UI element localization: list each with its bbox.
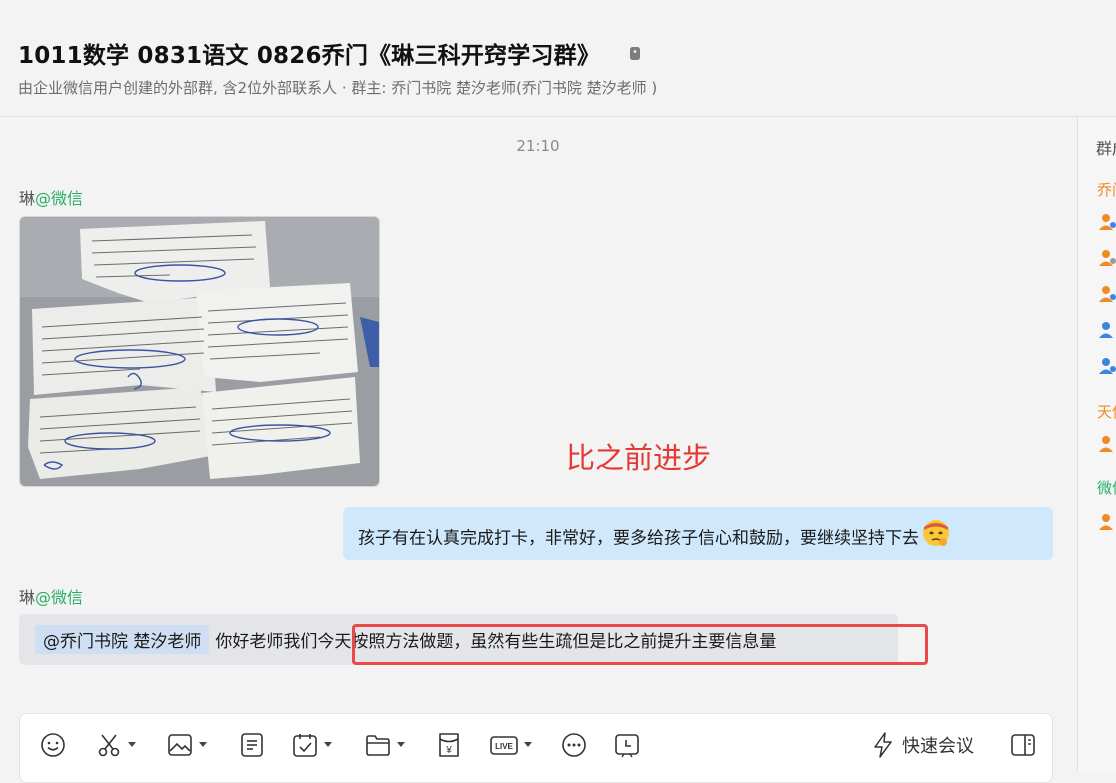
calendar-button[interactable]	[292, 730, 332, 760]
sender-name: 琳	[19, 588, 36, 607]
homework-photo	[20, 217, 379, 486]
member-group-label: 微信	[1097, 479, 1116, 497]
member-avatar-icon[interactable]	[1098, 321, 1116, 339]
document-button[interactable]	[239, 730, 265, 760]
chevron-down-icon	[199, 742, 207, 747]
timestamp: 21:10	[516, 137, 560, 155]
calendar-icon	[293, 734, 317, 757]
schedule-icon	[615, 734, 639, 758]
svg-text:¥: ¥	[445, 745, 452, 756]
message-sender[interactable]: 琳@微信	[19, 584, 83, 608]
member-panel-title: 群成员	[1096, 139, 1116, 158]
image-button[interactable]	[167, 730, 207, 760]
highlight-box	[352, 624, 928, 665]
folder-button[interactable]	[365, 730, 405, 760]
chevron-down-icon	[128, 742, 136, 747]
group-title[interactable]: 1011数学 0831语文 0826乔门《琳三科开窍学习群》	[18, 36, 600, 70]
mention-tag[interactable]: @乔门书院 楚汐老师	[35, 625, 210, 654]
member-avatar-icon[interactable]	[1098, 357, 1116, 375]
member-panel[interactable]: 群成员 乔门书院 天使 微信	[1077, 117, 1116, 772]
member-group-label: 天使	[1097, 403, 1116, 421]
redpacket-button[interactable]: ¥	[436, 730, 462, 760]
group-subtitle: 由企业微信用户创建的外部群, 含2位外部联系人 · 群主: 乔门书院 楚汐老师(…	[18, 79, 658, 97]
screenshot-button[interactable]	[96, 730, 136, 760]
folder-icon	[366, 735, 390, 756]
document-icon	[241, 733, 263, 757]
quick-meeting-label: 快速会议	[902, 736, 974, 757]
member-avatar-icon[interactable]	[1098, 249, 1116, 267]
redpacket-icon: ¥	[439, 733, 459, 757]
lightning-icon	[874, 732, 892, 758]
svg-text:LIVE: LIVE	[495, 742, 513, 751]
panel-toggle-button[interactable]	[1010, 730, 1036, 760]
emoji-button[interactable]	[40, 730, 66, 760]
sender-source: @微信	[35, 588, 84, 607]
member-avatar-icon[interactable]	[1098, 513, 1116, 531]
more-icon	[562, 733, 586, 757]
lock-icon	[630, 47, 640, 60]
red-annotation: 比之前进步	[566, 441, 712, 475]
emoji-icon	[41, 733, 65, 757]
more-button[interactable]	[561, 730, 587, 760]
message-list[interactable]: 21:10 琳@微信 比之前进步 孩子有在认真完成打卡，非常好，要多给孩子信心和…	[0, 117, 1076, 783]
sender-name: 琳	[19, 189, 36, 208]
chevron-down-icon	[524, 742, 532, 747]
my-message-text: 孩子有在认真完成打卡，非常好，要多给孩子信心和鼓励，要继续坚持下去	[358, 528, 919, 549]
panel-toggle-icon	[1011, 734, 1035, 756]
sender-source: @微信	[35, 189, 84, 208]
quick-meeting-button[interactable]: 快速会议	[872, 730, 974, 760]
message-sender[interactable]: 琳@微信	[19, 185, 83, 209]
image-message[interactable]	[19, 216, 380, 487]
member-group-label: 乔门书院	[1097, 181, 1116, 199]
live-button[interactable]: LIVE	[490, 730, 532, 760]
image-icon	[168, 734, 192, 756]
chevron-down-icon	[397, 742, 405, 747]
member-avatar-icon[interactable]	[1098, 285, 1116, 303]
member-avatar-icon[interactable]	[1098, 435, 1116, 453]
chevron-down-icon	[324, 742, 332, 747]
my-message-bubble[interactable]: 孩子有在认真完成打卡，非常好，要多给孩子信心和鼓励，要继续坚持下去	[343, 507, 1053, 560]
message-composer[interactable]: ¥ LIVE 快速会议	[19, 713, 1053, 783]
chat-header: 1011数学 0831语文 0826乔门《琳三科开窍学习群》 由企业微信用户创建…	[0, 0, 1116, 117]
scissors-icon	[98, 734, 120, 757]
schedule-button[interactable]	[614, 730, 640, 760]
member-avatar-icon[interactable]	[1098, 213, 1116, 231]
live-icon: LIVE	[490, 736, 518, 755]
thinking-emoji-icon	[921, 517, 951, 552]
